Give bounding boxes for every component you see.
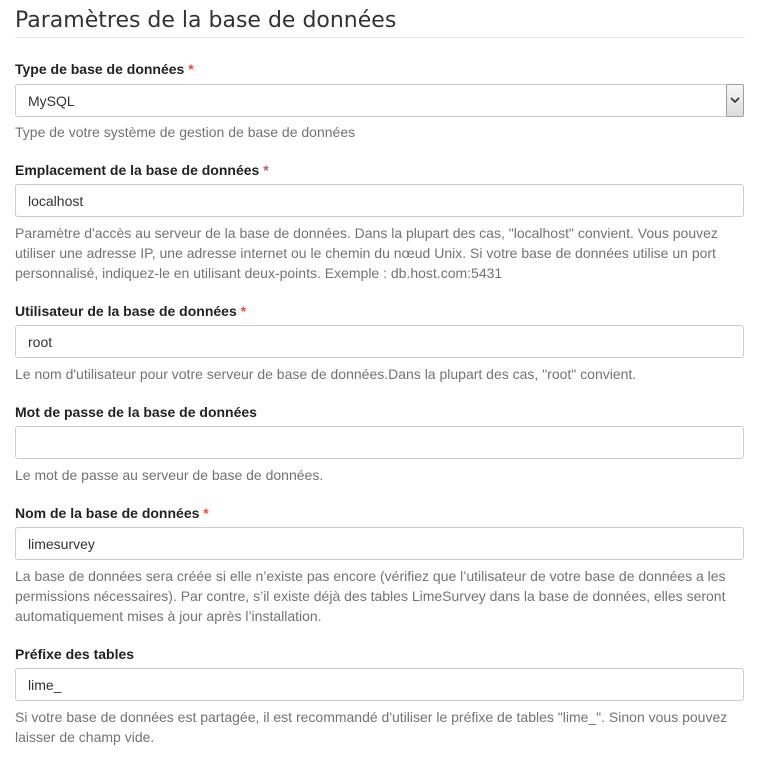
db-location-input[interactable]: localhost xyxy=(15,184,744,217)
db-name-label-text: Nom de la base de données xyxy=(15,505,200,521)
db-type-label-text: Type de base de données xyxy=(15,61,185,77)
page-title: Paramètres de la base de données xyxy=(15,8,397,33)
required-marker: * xyxy=(203,505,209,521)
chevron-down-icon xyxy=(730,97,740,104)
db-user-help: Le nom d'utilisateur pour votre serveur … xyxy=(15,366,637,382)
table-prefix-label-text: Préfixe des tables xyxy=(15,646,135,662)
db-user-input[interactable]: root xyxy=(15,325,744,358)
db-location-help: Paramètre d'accès au serveur de la base … xyxy=(15,225,718,281)
db-password-label-text: Mot de passe de la base de données xyxy=(15,404,257,420)
db-type-label: Type de base de données * xyxy=(15,60,194,78)
db-location-label: Emplacement de la base de données * xyxy=(15,161,269,179)
db-type-dropdown-button[interactable] xyxy=(726,84,744,117)
table-prefix-help: Si votre base de données est partagée, i… xyxy=(15,709,728,745)
db-user-label-text: Utilisateur de la base de données xyxy=(15,303,237,319)
database-settings-form: Paramètres de la base de données Type de… xyxy=(0,0,766,771)
db-type-select[interactable]: MySQL xyxy=(15,84,744,117)
db-type-help: Type de votre système de gestion de base… xyxy=(15,124,356,140)
db-name-label: Nom de la base de données * xyxy=(15,504,209,522)
db-password-help: Le mot de passe au serveur de base de do… xyxy=(15,467,324,483)
table-prefix-label: Préfixe des tables xyxy=(15,645,134,663)
db-password-input[interactable] xyxy=(15,426,744,459)
db-name-input[interactable]: limesurvey xyxy=(15,527,744,560)
table-prefix-value: lime_ xyxy=(28,677,62,693)
db-password-label: Mot de passe de la base de données xyxy=(15,403,257,421)
title-divider xyxy=(15,37,745,38)
db-name-help: La base de données sera créée si elle n’… xyxy=(15,568,726,624)
db-location-value: localhost xyxy=(28,193,84,209)
db-user-value: root xyxy=(28,334,53,350)
db-location-label-text: Emplacement de la base de données xyxy=(15,162,260,178)
required-marker: * xyxy=(188,61,194,77)
db-type-selected-value: MySQL xyxy=(28,93,75,109)
db-name-value: limesurvey xyxy=(28,536,95,552)
db-user-label: Utilisateur de la base de données * xyxy=(15,302,246,320)
required-marker: * xyxy=(263,162,269,178)
required-marker: * xyxy=(240,303,247,319)
table-prefix-input[interactable]: lime_ xyxy=(15,668,744,701)
